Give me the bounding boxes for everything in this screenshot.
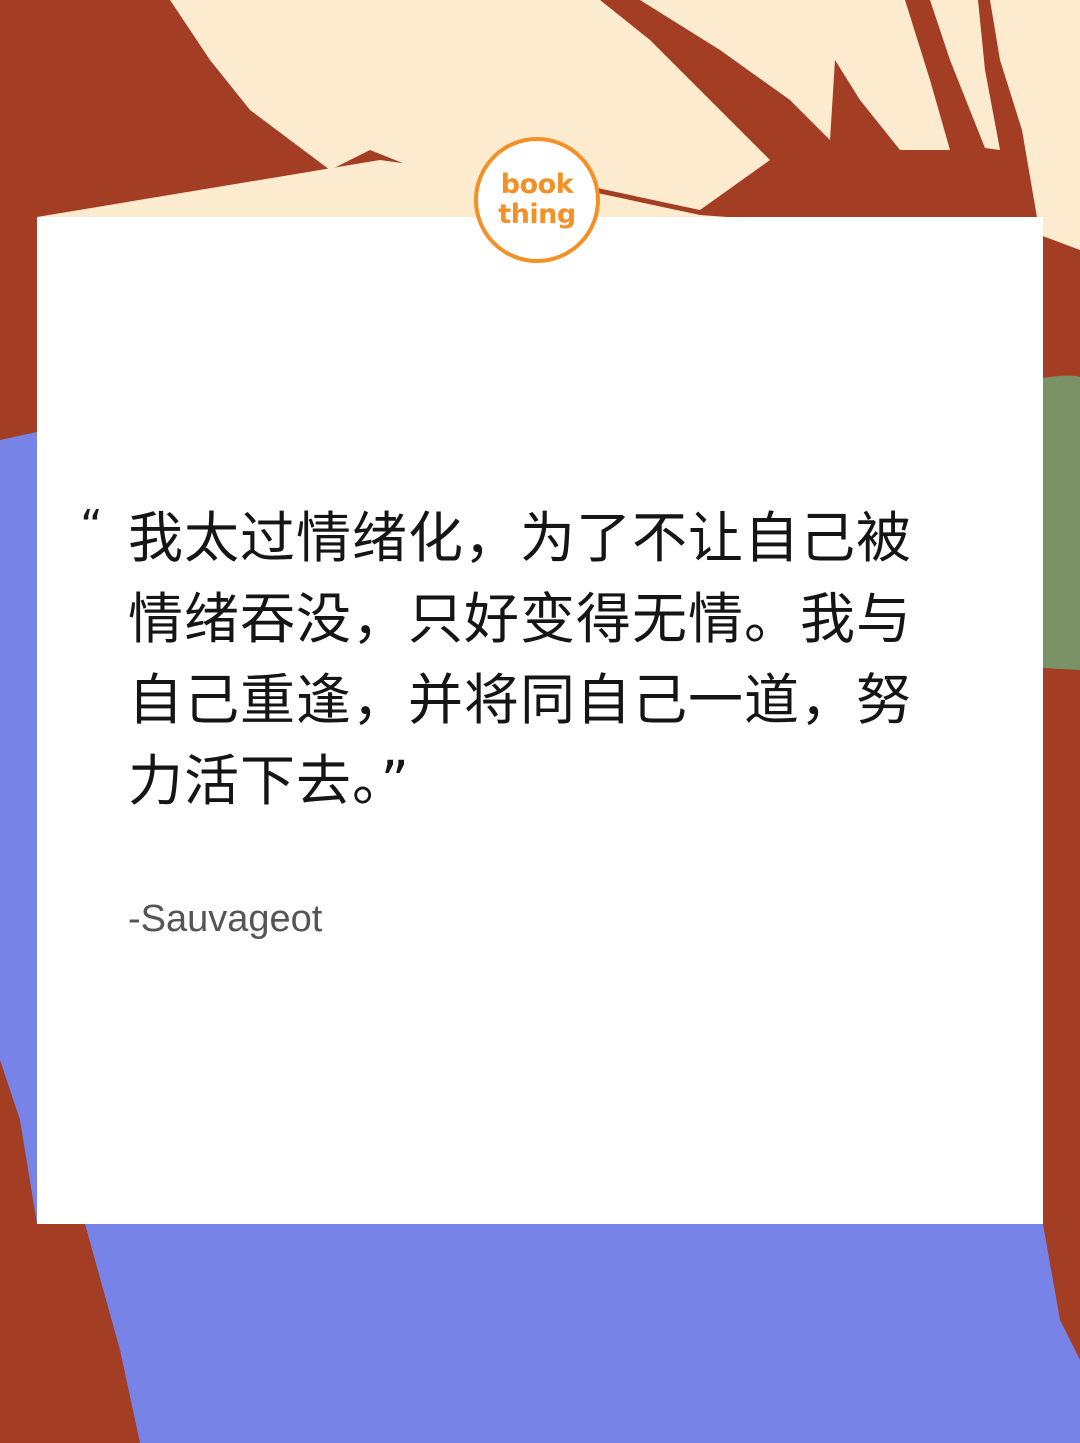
logo-line-1: book [500,169,574,200]
book-thing-logo: book thing [474,137,600,263]
logo-line-2: thing [498,199,576,230]
quote-text: 我太过情绪化，为了不让自己被 情绪吞没，只好变得无情。我与 自己重逢，并将同自己… [128,498,968,822]
open-quote-mark: “ [80,501,103,552]
quote-line: 自己重逢，并将同自己一道，努 [128,668,913,732]
quote-author: -Sauvageot [128,898,323,940]
quote-line: 力活下去。” [128,749,410,813]
periwinkle-bottom [85,1224,1080,1443]
quote-line: 我太过情绪化，为了不让自己被 [128,506,913,570]
olive-shape [1043,375,1080,670]
quote-line: 情绪吞没，只好变得无情。我与 [128,587,913,651]
